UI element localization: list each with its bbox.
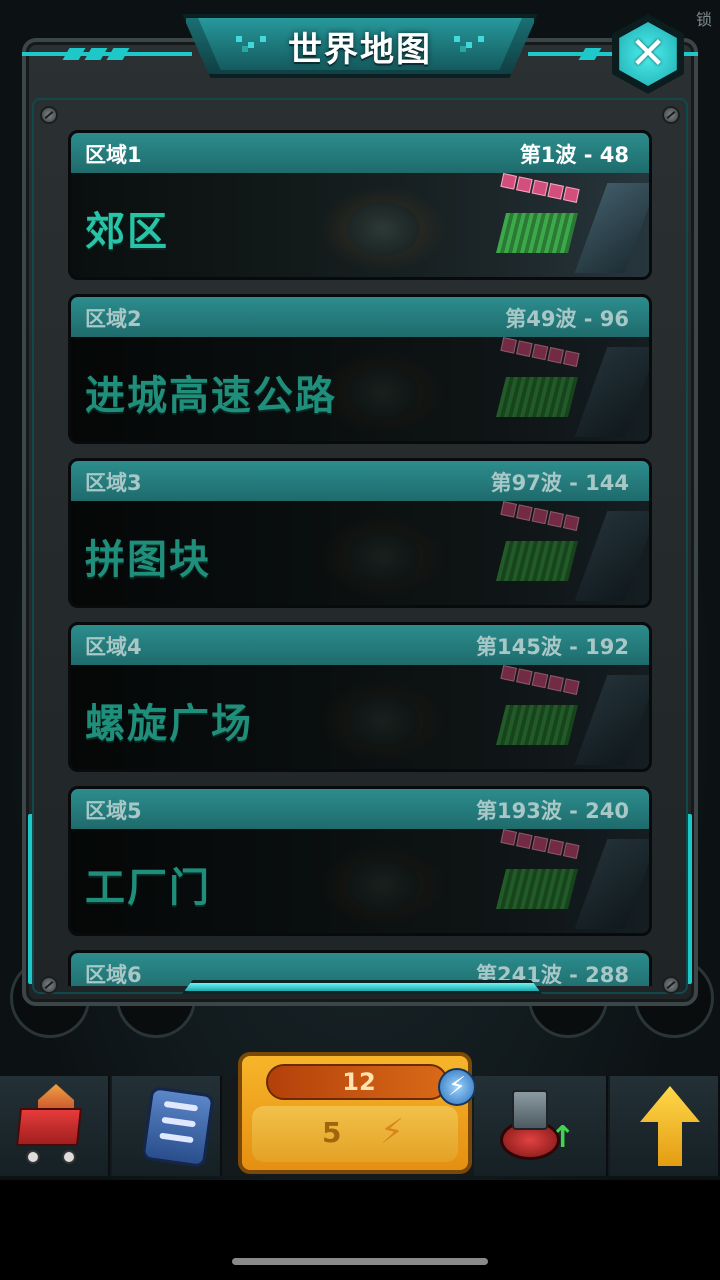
wave-range: 第97波 - 144 [490, 471, 629, 495]
world-map-panel: 世界地图 ✕ 区域1 第1波 - 48 郊区 区域2 第49波 - 96 进城高… [22, 14, 698, 1006]
document-icon [141, 1085, 215, 1169]
region-name: 进城高速公路 [85, 373, 337, 419]
region-card-2[interactable]: 区域2 第49波 - 96 进城高速公路 [68, 294, 652, 444]
wave-range: 第193波 - 240 [475, 799, 629, 823]
panel-bottom-glow [182, 980, 542, 994]
region-card-header: 区域4 第145波 - 192 [71, 625, 649, 665]
region-label: 区域3 [85, 471, 142, 495]
page-title: 世界地图 [288, 30, 432, 70]
frame-glow [684, 814, 692, 984]
region-label: 区域6 [85, 963, 142, 986]
energy-bar: 12 ⚡ [266, 1064, 476, 1106]
energy-bolt-icon: ⚡ [438, 1068, 476, 1106]
screw-icon [662, 106, 680, 124]
region-card-5[interactable]: 区域5 第193波 - 240 工厂门 [68, 786, 652, 936]
close-button[interactable]: ✕ [608, 14, 688, 94]
screw-icon [40, 106, 58, 124]
energy-bottom-value: 5 [322, 1116, 342, 1149]
wave-range: 第49波 - 96 [505, 307, 629, 331]
region-name: 螺旋广场 [85, 701, 253, 747]
screw-icon [662, 976, 680, 994]
frame-glow [28, 814, 36, 984]
energy-bolt-icon: ⚡ [380, 1112, 404, 1152]
home-indicator[interactable] [232, 1258, 488, 1265]
region-label: 区域4 [85, 635, 142, 659]
region-label: 区域2 [85, 307, 142, 331]
region-card-4[interactable]: 区域4 第145波 - 192 螺旋广场 [68, 622, 652, 772]
region-card-header: 区域1 第1波 - 48 [71, 133, 649, 173]
upgrade-arrow-icon [640, 1086, 700, 1166]
corner-text: 锁 [695, 10, 712, 29]
region-list[interactable]: 区域1 第1波 - 48 郊区 区域2 第49波 - 96 进城高速公路 区域3… [68, 130, 652, 986]
region-card-header: 区域3 第97波 - 144 [71, 461, 649, 501]
region-name: 工厂门 [85, 865, 211, 911]
region-name: 拼图块 [85, 537, 211, 583]
energy-panel[interactable]: 12 ⚡ 5 ⚡ [238, 1052, 476, 1174]
region-card-header: 区域2 第49波 - 96 [71, 297, 649, 337]
turret-upgrade-icon: ↑ [494, 1084, 575, 1164]
region-card-header: 区域5 第193波 - 240 [71, 789, 649, 829]
shop-button[interactable] [0, 1076, 110, 1176]
region-name: 郊区 [85, 209, 169, 255]
region-card-1[interactable]: 区域1 第1波 - 48 郊区 [68, 130, 652, 280]
energy-top-value: 12 [342, 1068, 376, 1096]
region-card-3[interactable]: 区域3 第97波 - 144 拼图块 [68, 458, 652, 608]
upgrade-button[interactable] [610, 1076, 720, 1176]
wave-range: 第145波 - 192 [475, 635, 629, 659]
wave-range: 第1波 - 48 [519, 143, 629, 167]
close-icon: ✕ [629, 28, 667, 79]
frame-stripes [578, 48, 602, 60]
frame-stripes [62, 48, 130, 60]
region-label: 区域1 [85, 143, 142, 167]
screw-icon [40, 976, 58, 994]
turret-upgrade-button[interactable]: ↑ [474, 1076, 608, 1176]
region-label: 区域5 [85, 799, 142, 823]
energy-cost: 5 ⚡ [252, 1106, 458, 1162]
